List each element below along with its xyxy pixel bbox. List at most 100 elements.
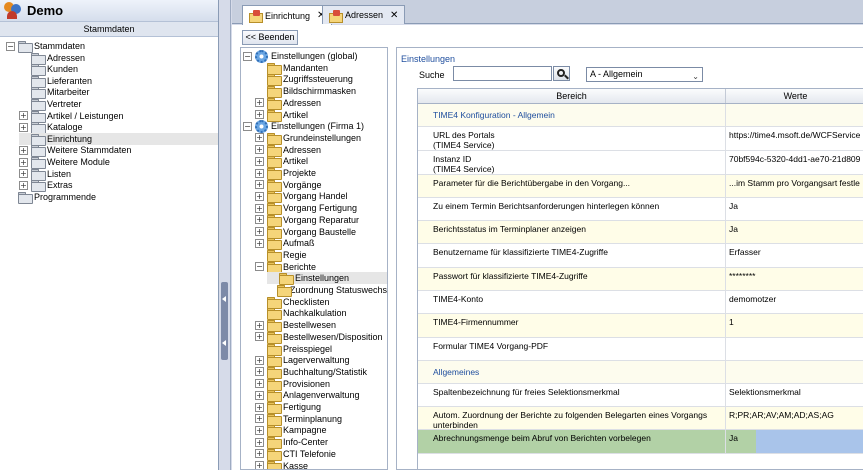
settings-tree-item[interactable]: + Vorgang Reparatur (255, 214, 387, 227)
expand-icon[interactable]: + (19, 111, 28, 121)
search-button[interactable] (553, 66, 570, 81)
nav-tree-item[interactable]: Programmende (6, 191, 218, 204)
settings-tree-item[interactable]: Bildschirmmasken (255, 85, 387, 99)
grid-row[interactable]: Parameter für die Berichtübergabe in den… (418, 175, 863, 198)
expand-icon[interactable]: + (255, 156, 264, 166)
collapse-icon[interactable]: − (243, 51, 252, 61)
grid-row[interactable]: Berichtsstatus im Terminplaner anzeigen J… (418, 221, 863, 244)
settings-tree-item[interactable]: Mandanten (255, 62, 387, 75)
expand-icon[interactable]: + (255, 332, 264, 342)
cell-werte[interactable]: 70bf594c-5320-4dd1-ae70-21d809 (726, 151, 863, 174)
expand-icon[interactable]: + (255, 425, 264, 435)
expand-icon[interactable]: + (19, 122, 28, 132)
settings-tree-item[interactable]: + Aufmaß (255, 237, 387, 251)
grid-row[interactable]: Instanz ID (TIME4 Service) 70bf594c-5320-… (418, 151, 863, 175)
beenden-button[interactable]: << Beenden (242, 30, 298, 45)
settings-tree-item[interactable]: Zugriffssteuerung (255, 73, 387, 87)
nav-tree-item[interactable]: Lieferanten (19, 75, 218, 88)
expand-icon[interactable]: + (255, 98, 264, 108)
nav-tree-item[interactable]: + Listen (19, 168, 218, 181)
grid-row[interactable]: Abrechnungsmenge beim Abruf von Berichte… (418, 430, 863, 454)
settings-tree-item[interactable]: Regie (255, 249, 387, 262)
grid-row[interactable]: Passwort für klassifizierte TIME4-Zugrif… (418, 268, 863, 291)
settings-tree-item[interactable]: − Berichte (255, 261, 387, 274)
expand-icon[interactable]: + (255, 461, 264, 469)
category-select[interactable]: A - Allgemein ⌄ (586, 67, 703, 82)
grid-group-row[interactable]: Allgemeines (418, 361, 863, 384)
expand-icon[interactable]: + (255, 414, 264, 424)
expand-icon[interactable]: + (255, 110, 264, 119)
expand-icon[interactable]: + (255, 320, 264, 330)
settings-tree-item[interactable]: + Anlagenverwaltung (255, 389, 387, 403)
settings-tree-item[interactable]: + Bestellwesen (255, 319, 387, 333)
grid-group-row[interactable]: TIME4 Konfiguration - Allgemein (418, 104, 863, 127)
settings-tree-item[interactable]: + Vorgang Baustelle (255, 226, 387, 239)
cell-werte[interactable]: Erfasser (726, 244, 863, 267)
expand-icon[interactable]: + (255, 191, 264, 201)
collapse-icon[interactable]: − (6, 41, 15, 51)
search-input[interactable] (453, 66, 552, 81)
nav-tree-item[interactable]: Vertreter (19, 98, 218, 111)
cell-werte[interactable]: Ja (726, 221, 863, 243)
grid-row[interactable]: TIME4-Konto demomotzer (418, 291, 863, 314)
expand-icon[interactable]: + (255, 227, 264, 236)
expand-icon[interactable]: + (255, 145, 264, 155)
expand-icon[interactable]: + (255, 437, 264, 447)
nav-tree-item[interactable]: Mitarbeiter (19, 86, 218, 100)
grid-row[interactable]: Zu einem Termin Berichtsanforderungen hi… (418, 198, 863, 221)
expand-icon[interactable]: + (19, 169, 28, 179)
expand-icon[interactable]: + (19, 145, 28, 155)
grid-row[interactable]: Formular TIME4 Vorgang-PDF (418, 338, 863, 361)
settings-tree-item[interactable]: + Terminplanung (255, 413, 387, 426)
nav-tree-item[interactable]: + Extras (19, 179, 218, 193)
cell-werte[interactable]: ******** (726, 268, 863, 290)
grid-row[interactable]: Benutzername für klassifizierte TIME4-Zu… (418, 244, 863, 268)
expand-icon[interactable]: + (255, 133, 264, 143)
expand-icon[interactable]: + (255, 180, 264, 190)
nav-tree-item[interactable]: Kunden (19, 63, 218, 77)
tab-adressen[interactable]: Adressen ✕ (322, 5, 406, 24)
column-header-werte[interactable]: Werte (726, 89, 863, 103)
settings-tree-item[interactable]: + Grundeinstellungen (255, 132, 387, 145)
settings-tree-item[interactable]: + Artikel (255, 155, 387, 169)
nav-tree-item[interactable]: + Weitere Module (19, 156, 218, 169)
cell-werte[interactable] (726, 104, 863, 126)
cell-werte[interactable]: https://time4.msoft.de/WCFService (726, 127, 863, 150)
expand-icon[interactable]: + (255, 203, 264, 213)
settings-tree-item[interactable]: + CTI Telefonie (255, 448, 387, 461)
settings-tree-item[interactable]: Zuordnung Statuswechs (267, 284, 387, 297)
expand-icon[interactable]: + (255, 367, 264, 377)
settings-tree-item[interactable]: − Einstellungen (Firma 1) (243, 119, 387, 133)
expand-icon[interactable]: + (255, 449, 264, 459)
settings-tree-item[interactable]: + Kampagne (255, 424, 387, 438)
settings-tree-item[interactable]: + Vorgang Handel (255, 190, 387, 204)
settings-tree-item[interactable]: + Buchhaltung/Statistik (255, 366, 387, 379)
nav-tree-item[interactable]: + Weitere Stammdaten (19, 144, 218, 158)
grid-row[interactable]: URL des Portals (TIME4 Service) https://t… (418, 127, 863, 151)
settings-tree-item[interactable]: + Adressen (255, 144, 387, 157)
settings-tree-item[interactable]: + Vorgang Fertigung (255, 202, 387, 216)
collapse-icon[interactable]: − (243, 121, 252, 131)
expand-icon[interactable]: + (255, 390, 264, 400)
grid-row[interactable]: Autom. Zuordnung der Berichte zu folgend… (418, 407, 863, 430)
cell-werte[interactable]: Selektionsmerkmal (726, 384, 863, 406)
expand-icon[interactable]: + (255, 168, 264, 178)
nav-tree-item[interactable]: + Kataloge (19, 121, 218, 135)
cell-werte[interactable]: 1 (726, 314, 863, 337)
expand-icon[interactable]: + (255, 238, 264, 248)
settings-tree-item[interactable]: Nachkalkulation (255, 307, 387, 321)
nav-tree-item[interactable]: Adressen (19, 52, 218, 65)
tab-einrichtung[interactable]: Einrichtung ✕ (242, 5, 333, 25)
grid-row[interactable]: Spaltenbezeichnung für freies Selektions… (418, 384, 863, 407)
expand-icon[interactable]: + (19, 180, 28, 190)
cell-werte[interactable]: Ja (726, 430, 863, 453)
settings-tree-item[interactable]: − Einstellungen (global) (243, 49, 387, 63)
cell-werte[interactable] (726, 361, 863, 383)
cell-werte[interactable]: Ja (726, 198, 863, 220)
expand-icon[interactable]: + (255, 379, 264, 389)
settings-tree-item[interactable]: + Lagerverwaltung (255, 354, 387, 368)
settings-tree-item[interactable]: + Artikel (255, 109, 387, 122)
nav-tree-item[interactable]: Einrichtung (19, 132, 218, 146)
cell-werte[interactable]: R;PR;AR;AV;AM;AD;AS;AG (726, 407, 863, 429)
expand-icon[interactable]: + (255, 215, 264, 225)
